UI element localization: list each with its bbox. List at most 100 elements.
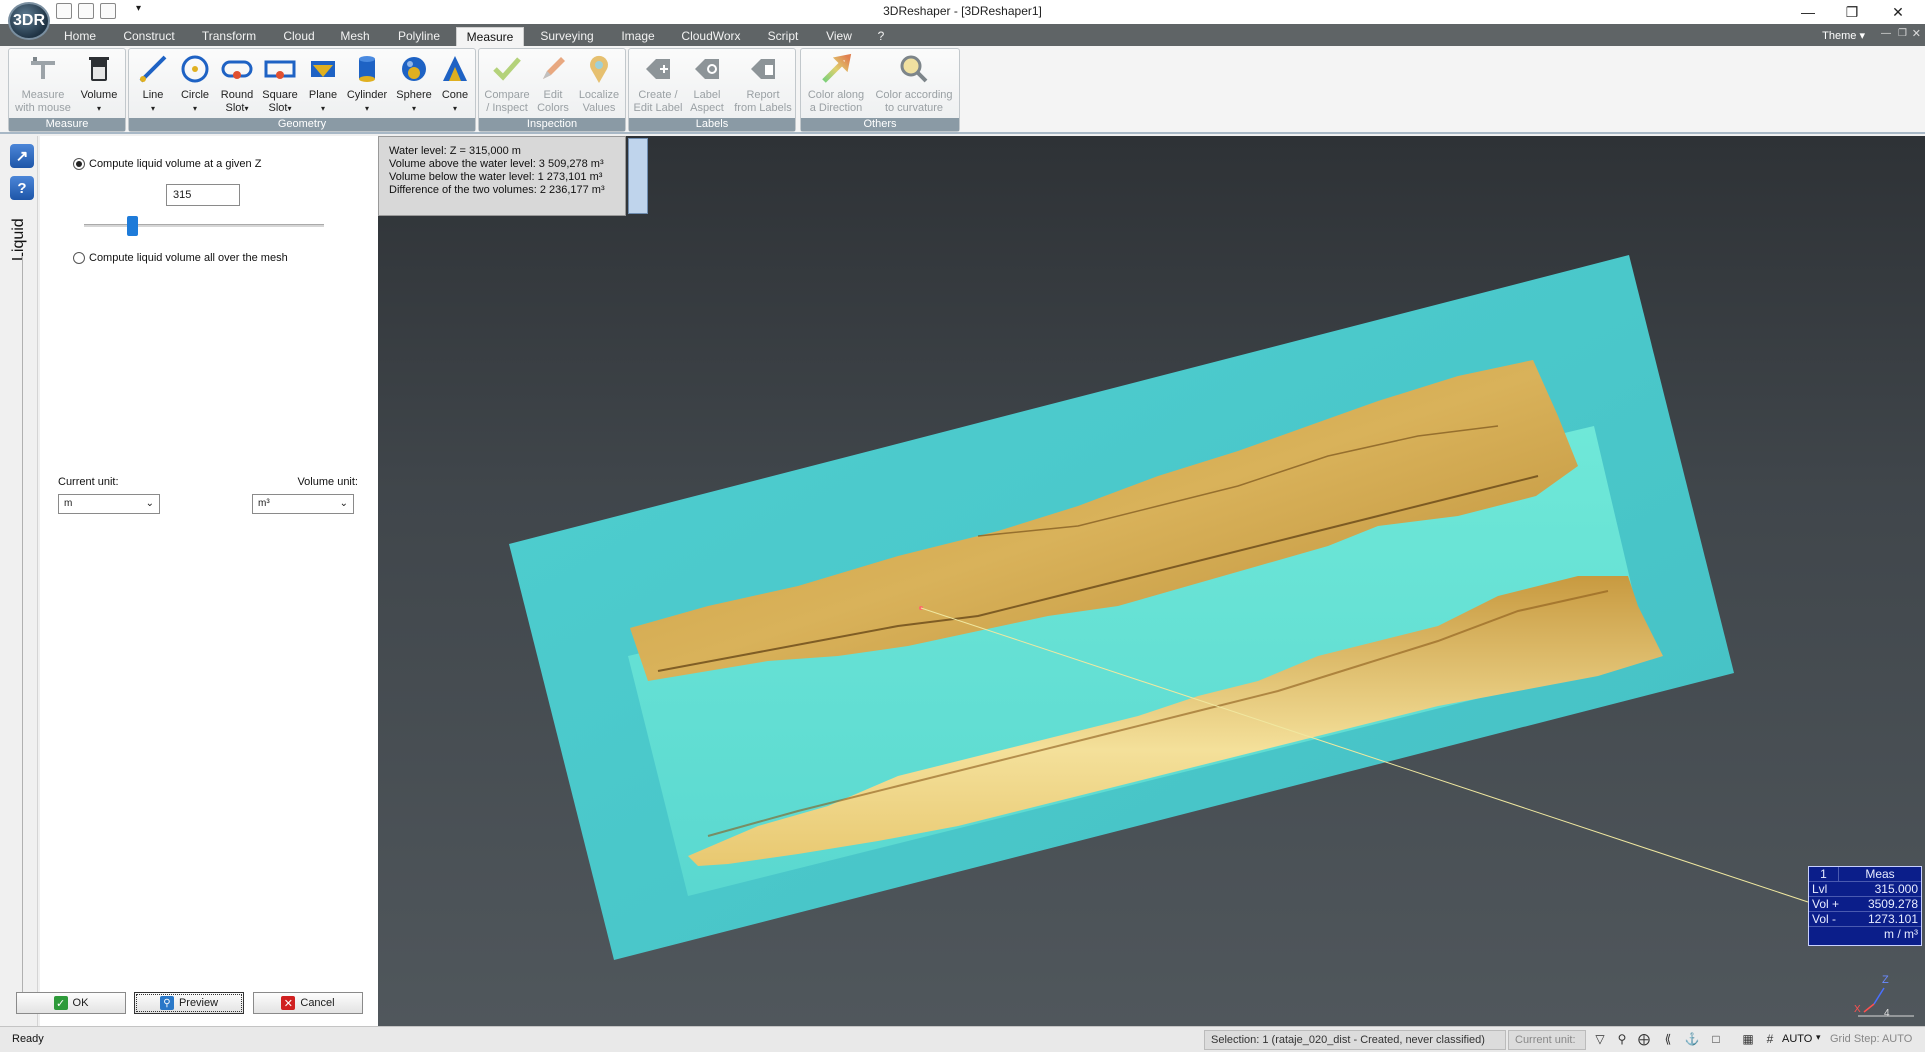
status-current-unit: Current unit:: [1508, 1030, 1586, 1050]
option-given-z[interactable]: Compute liquid volume at a given Z: [73, 158, 261, 170]
report-from-labels-button[interactable]: Report from Labels: [731, 53, 795, 115]
option-all-mesh[interactable]: Compute liquid volume all over the mesh: [73, 252, 288, 264]
snap-icon[interactable]: □: [1708, 1032, 1724, 1048]
tab-cloud[interactable]: Cloud: [278, 27, 320, 46]
app-logo[interactable]: 3DR: [8, 2, 50, 40]
color-curvature-button[interactable]: Color according to curvature: [871, 53, 957, 115]
cone-button[interactable]: Cone ▾: [435, 53, 475, 115]
circle-button[interactable]: Circle ▾: [175, 53, 215, 115]
z-level-slider-thumb[interactable]: [127, 216, 138, 236]
volume-button[interactable]: Volume ▾: [77, 53, 121, 115]
tab-script[interactable]: Script: [762, 27, 804, 46]
plane-icon: [311, 61, 335, 77]
status-bar: Ready Selection: 1 (rataje_020_dist - Cr…: [0, 1026, 1925, 1052]
status-auto[interactable]: AUTO: [1782, 1033, 1812, 1045]
cancel-button[interactable]: ✕ Cancel: [253, 992, 363, 1014]
close-icon: ✕: [281, 996, 296, 1010]
axis-gizmo: [1858, 987, 1914, 1017]
plane-dropdown-icon: ▾: [320, 104, 325, 113]
beaker-icon: [89, 57, 109, 81]
tab-transform[interactable]: Transform: [198, 27, 260, 46]
grid-icon[interactable]: ▦: [1740, 1032, 1756, 1048]
round-slot-dropdown-icon: ▾: [244, 104, 249, 113]
tab-measure[interactable]: Measure: [456, 27, 524, 46]
info-volume-difference: Difference of the two volumes: 2 236,177…: [389, 184, 605, 196]
scene-render: [509, 255, 1809, 960]
external-link-icon[interactable]: ↗: [10, 144, 34, 168]
current-unit-select[interactable]: m ⌄: [58, 494, 160, 514]
preview-button[interactable]: ⚲ Preview: [134, 992, 244, 1014]
line-dropdown-icon: ▾: [150, 104, 155, 113]
ok-button[interactable]: ✓ OK: [16, 992, 126, 1014]
info-box-handle[interactable]: [628, 138, 648, 214]
close-icon[interactable]: ✕: [1876, 0, 1920, 24]
cone-icon: [443, 56, 467, 81]
magnifier-icon: [900, 55, 928, 83]
crosshair-icon[interactable]: ⨁: [1636, 1032, 1652, 1048]
tab-view[interactable]: View: [820, 27, 858, 46]
status-ready: Ready: [12, 1033, 44, 1045]
axis-indicator: Z X 4: [1838, 972, 1918, 1022]
theme-menu[interactable]: Theme ▾: [1822, 29, 1865, 42]
radio-given-z[interactable]: [73, 158, 85, 170]
z-level-slider-track[interactable]: [84, 224, 324, 227]
line-button[interactable]: Line ▾: [133, 53, 173, 115]
volume-info-box: Water level: Z = 315,000 m Volume above …: [378, 136, 626, 216]
plane-button[interactable]: Plane ▾: [303, 53, 343, 115]
axis-icon[interactable]: ⟪: [1660, 1032, 1676, 1048]
liquid-volume-panel: ↗ ? Liquid Compute liquid volume at a gi…: [0, 136, 378, 1026]
sphere-icon: [402, 57, 426, 81]
meas-units-row: m / m³: [1884, 927, 1918, 941]
square-slot-button[interactable]: Square Slot▾: [259, 53, 301, 115]
auto-dropdown-icon[interactable]: ▾: [1816, 1032, 1821, 1043]
tab-home[interactable]: Home: [58, 27, 102, 46]
tab-image[interactable]: Image: [616, 27, 660, 46]
compare-inspect-button[interactable]: Compare / Inspect: [483, 53, 531, 115]
ribbon-close-icon[interactable]: ✕: [1912, 27, 1921, 40]
check-icon: ✓: [53, 996, 68, 1010]
anchor-icon[interactable]: ⚓: [1684, 1032, 1700, 1048]
sphere-button[interactable]: Sphere ▾: [393, 53, 435, 115]
tab-construct[interactable]: Construct: [118, 27, 180, 46]
measure-label[interactable]: 1 Meas Lvl 315.000 Vol + 3509.278 Vol - …: [1808, 866, 1922, 946]
create-edit-label-button[interactable]: Create / Edit Label: [631, 53, 685, 115]
ribbon-group-others: Color along a Direction Color according …: [800, 48, 960, 132]
minimize-icon[interactable]: —: [1786, 0, 1830, 24]
panel-content: Compute liquid volume at a given Z 315 C…: [40, 136, 378, 1026]
tag-gear-icon: [695, 59, 719, 79]
label-aspect-button[interactable]: Label Aspect: [685, 53, 729, 115]
report-icon: [751, 59, 775, 79]
ribbon-group-geometry: Line ▾ Circle ▾ Round Slot▾ Square Slot▾ P…: [128, 48, 476, 132]
cylinder-icon: [359, 56, 375, 82]
meas-header-row: 1 Meas: [1809, 867, 1921, 882]
group-label-others: Others: [801, 118, 959, 131]
tab-help[interactable]: ?: [874, 27, 888, 46]
tab-cloudworx[interactable]: CloudWorx: [676, 27, 746, 46]
circle-icon: [181, 55, 209, 83]
measure-with-mouse-button[interactable]: Measure with mouse: [13, 53, 73, 115]
help-icon[interactable]: ?: [10, 176, 34, 200]
cone-dropdown-icon: ▾: [452, 104, 457, 113]
color-along-direction-button[interactable]: Color along a Direction: [803, 53, 869, 115]
grid-hash-icon[interactable]: #: [1762, 1032, 1778, 1048]
filter-icon[interactable]: ▽: [1592, 1032, 1608, 1048]
volume-unit-select[interactable]: m³ ⌄: [252, 494, 354, 514]
z-level-input[interactable]: 315: [166, 184, 240, 206]
gradient-arrow-icon: [822, 53, 852, 83]
tab-polyline[interactable]: Polyline: [392, 27, 446, 46]
restore-icon[interactable]: ❐: [1830, 0, 1874, 24]
edit-colors-button[interactable]: Edit Colors: [533, 53, 573, 115]
round-slot-button[interactable]: Round Slot▾: [217, 53, 257, 115]
menu-bar: Home Construct Transform Cloud Mesh Poly…: [0, 24, 1925, 46]
tab-surveying[interactable]: Surveying: [536, 27, 598, 46]
ribbon-minimize-icon[interactable]: —: [1881, 28, 1891, 39]
tab-mesh[interactable]: Mesh: [336, 27, 374, 46]
ribbon-restore-icon[interactable]: ❐: [1898, 28, 1907, 39]
radio-all-mesh[interactable]: [73, 252, 85, 264]
chevron-down-icon: ⌄: [339, 498, 348, 509]
pencil-icon: [543, 57, 565, 79]
cylinder-button[interactable]: Cylinder ▾: [343, 53, 391, 115]
zoom-icon[interactable]: ⚲: [1614, 1032, 1630, 1048]
3d-viewport[interactable]: Water level: Z = 315,000 m Volume above …: [378, 136, 1925, 1026]
localize-values-button[interactable]: Localize Values: [575, 53, 623, 115]
